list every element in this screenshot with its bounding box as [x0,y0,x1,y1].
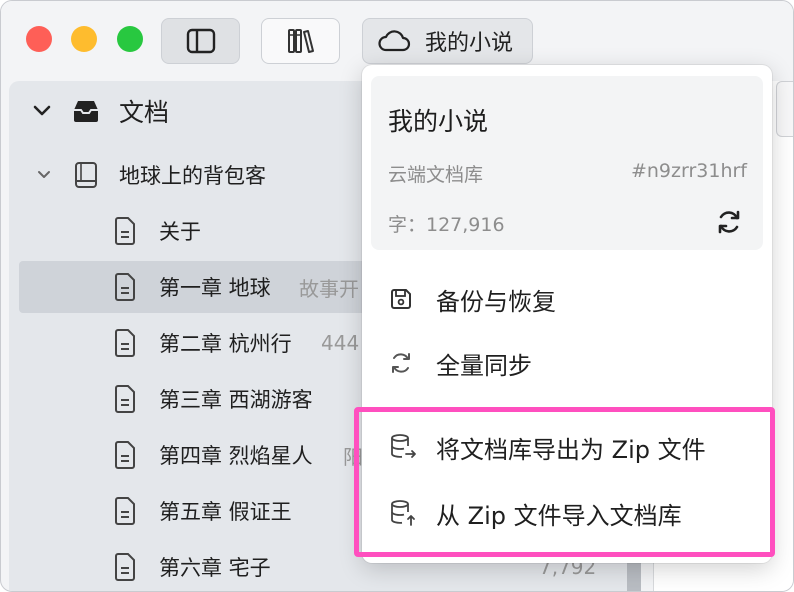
doc-excerpt: 444 [321,331,360,355]
document-icon [115,273,135,301]
sidebar-icon [186,28,215,54]
sidebar-book-label: 地球上的背包客 [119,164,266,188]
menu-item-label: 将文档库导出为 Zip 文件 [436,435,706,464]
doc-title: 第一章 地球 [159,276,271,300]
doc-excerpt: 阳 [343,444,363,469]
cloud-icon [378,30,411,52]
document-icon [115,497,135,525]
document-icon [115,441,135,469]
library-name-label: 我的小说 [425,31,514,56]
menu-item-full-sync[interactable]: 全量同步 [362,333,772,393]
app-window: 我的小说 文档 地球上的背包客 关于 第一章 地球 故事开 第二章 杭州行 44… [0,0,794,592]
menu-item-label: 全量同步 [436,351,532,380]
doc-title: 第四章 烈焰星人 [159,444,313,468]
zoom-window-button[interactable] [117,26,143,52]
library-info-card: 我的小说 云端文档库 #n9zrr31hrf 字：127,916 [371,76,763,250]
doc-excerpt: 故事开 [299,276,359,301]
sidebar-toggle-button[interactable] [161,18,240,64]
book-icon [75,162,97,188]
document-icon [115,329,135,357]
sync-icon [392,353,410,373]
library-menu: 我的小说 云端文档库 #n9zrr31hrf 字：127,916 备份与恢复 全… [362,65,772,563]
menu-item-export-zip[interactable]: 将文档库导出为 Zip 文件 [362,417,772,477]
database-import-icon [391,500,415,526]
library-title: 我的小说 [388,107,489,136]
library-word-count: 字：127,916 [388,214,505,236]
doc-title: 第二章 杭州行 [159,332,292,356]
menu-item-import-zip[interactable]: 从 Zip 文件导入文档库 [362,483,772,543]
books-icon [287,29,314,53]
doc-title: 第六章 宅子 [159,556,271,580]
document-icon [115,553,135,581]
sidebar-root-label: 文档 [119,98,170,127]
tray-icon [74,101,98,122]
document-icon [115,217,135,245]
minimize-window-button[interactable] [71,26,97,52]
refresh-icon[interactable] [715,208,743,236]
library-switcher-button[interactable]: 我的小说 [362,18,533,64]
document-icon [115,385,135,413]
library-id: #n9zrr31hrf [630,160,747,182]
doc-title: 第五章 假证王 [159,500,292,524]
chevron-down-icon[interactable] [37,170,51,180]
chevron-down-icon[interactable] [33,105,51,117]
menu-item-label: 备份与恢复 [436,287,556,316]
library-type: 云端文档库 [388,164,484,186]
menu-item-backup-restore[interactable]: 备份与恢复 [362,269,772,329]
database-export-icon [391,434,416,458]
backup-icon [391,289,411,309]
editor-tab[interactable] [776,81,793,137]
doc-title: 第三章 西湖游客 [159,388,313,412]
close-window-button[interactable] [26,26,52,52]
library-button[interactable] [261,18,340,64]
menu-item-label: 从 Zip 文件导入文档库 [436,501,682,530]
doc-title: 关于 [159,220,201,244]
